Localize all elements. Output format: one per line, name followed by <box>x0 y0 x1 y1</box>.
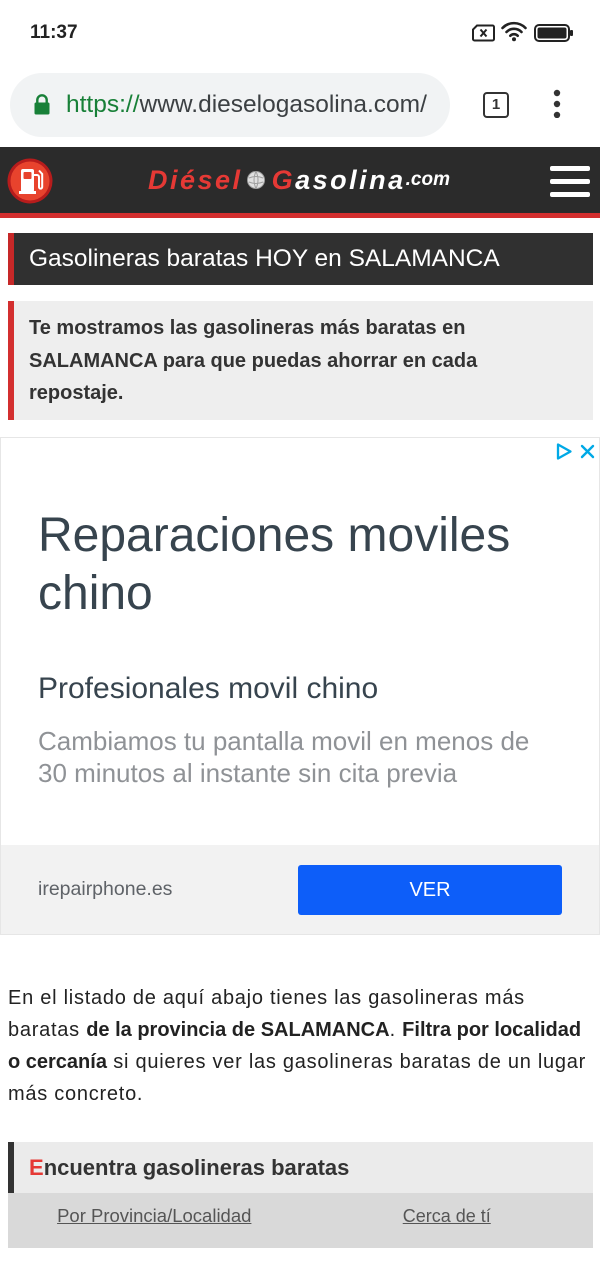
ad-close-icon[interactable] <box>580 444 595 464</box>
intro-callout: Te mostramos las gasolineras más baratas… <box>8 301 593 420</box>
menu-bar <box>550 179 590 184</box>
ad-banner[interactable]: Reparaciones moviles chino Profesionales… <box>0 437 600 935</box>
url-scheme: https:// <box>66 91 140 118</box>
adchoices-icon[interactable] <box>555 442 573 466</box>
hamburger-menu-icon[interactable] <box>550 166 590 205</box>
logo-word-gasolina: asolina <box>295 164 406 195</box>
ad-subheadline[interactable]: Profesionales movil chino <box>38 671 568 707</box>
battery-icon <box>534 24 574 47</box>
menu-bar <box>550 166 590 171</box>
finder-title: Encuentra gasolineras baratas <box>8 1142 593 1193</box>
address-bar[interactable]: https://www.dieselogasolina.com/ <box>10 73 450 137</box>
page-title: Gasolineras baratas HOY en SALAMANCA <box>8 233 593 285</box>
tab-provincia-localidad[interactable]: Por Provincia/Localidad <box>8 1193 301 1248</box>
browser-menu-button[interactable] <box>551 88 563 119</box>
finder-title-initial: E <box>29 1155 44 1180</box>
site-logo[interactable]: Diésel G asolina .com <box>148 147 450 213</box>
ad-footer: irepairphone.es VER <box>1 845 599 934</box>
body-paragraph: En el listado de aquí abajo tienes las g… <box>8 982 593 1110</box>
logo-word-diesel: Diésel <box>148 164 243 195</box>
tab-switcher-button[interactable]: 1 <box>483 92 509 118</box>
ad-description[interactable]: Cambiamos tu pantalla movil en menos de … <box>38 725 538 789</box>
logo-suffix: .com <box>405 169 450 190</box>
finder-title-rest: ncuentra gasolineras baratas <box>43 1155 350 1180</box>
body-text-part: . <box>389 1019 403 1041</box>
menu-bar <box>550 192 590 197</box>
logo-initial-g: G <box>271 164 296 195</box>
url-host: www.dieselogasolina.com/ <box>139 91 427 118</box>
globe-icon <box>246 171 265 189</box>
more-vert-icon <box>553 89 561 119</box>
status-bar: 11:37 <box>0 0 600 66</box>
sim-off-icon <box>472 24 495 47</box>
url-text[interactable]: https://www.dieselogasolina.com/ <box>66 73 438 137</box>
lock-icon <box>34 94 50 120</box>
finder-tabs: Por Provincia/Localidad Cerca de tí <box>8 1193 593 1248</box>
fuel-pump-icon[interactable] <box>7 158 53 204</box>
site-header: Diésel G asolina .com <box>0 147 600 218</box>
body-text-bold: de la provincia de SALAMANCA <box>86 1019 390 1041</box>
ad-domain[interactable]: irepairphone.es <box>38 877 172 901</box>
tab-cerca-de-ti[interactable]: Cerca de tí <box>301 1193 594 1248</box>
ad-cta-button[interactable]: VER <box>298 865 562 915</box>
status-time: 11:37 <box>30 22 78 43</box>
wifi-icon <box>501 21 527 47</box>
station-finder: Encuentra gasolineras baratas Por Provin… <box>8 1142 593 1248</box>
ad-headline[interactable]: Reparaciones moviles chino <box>38 507 538 623</box>
